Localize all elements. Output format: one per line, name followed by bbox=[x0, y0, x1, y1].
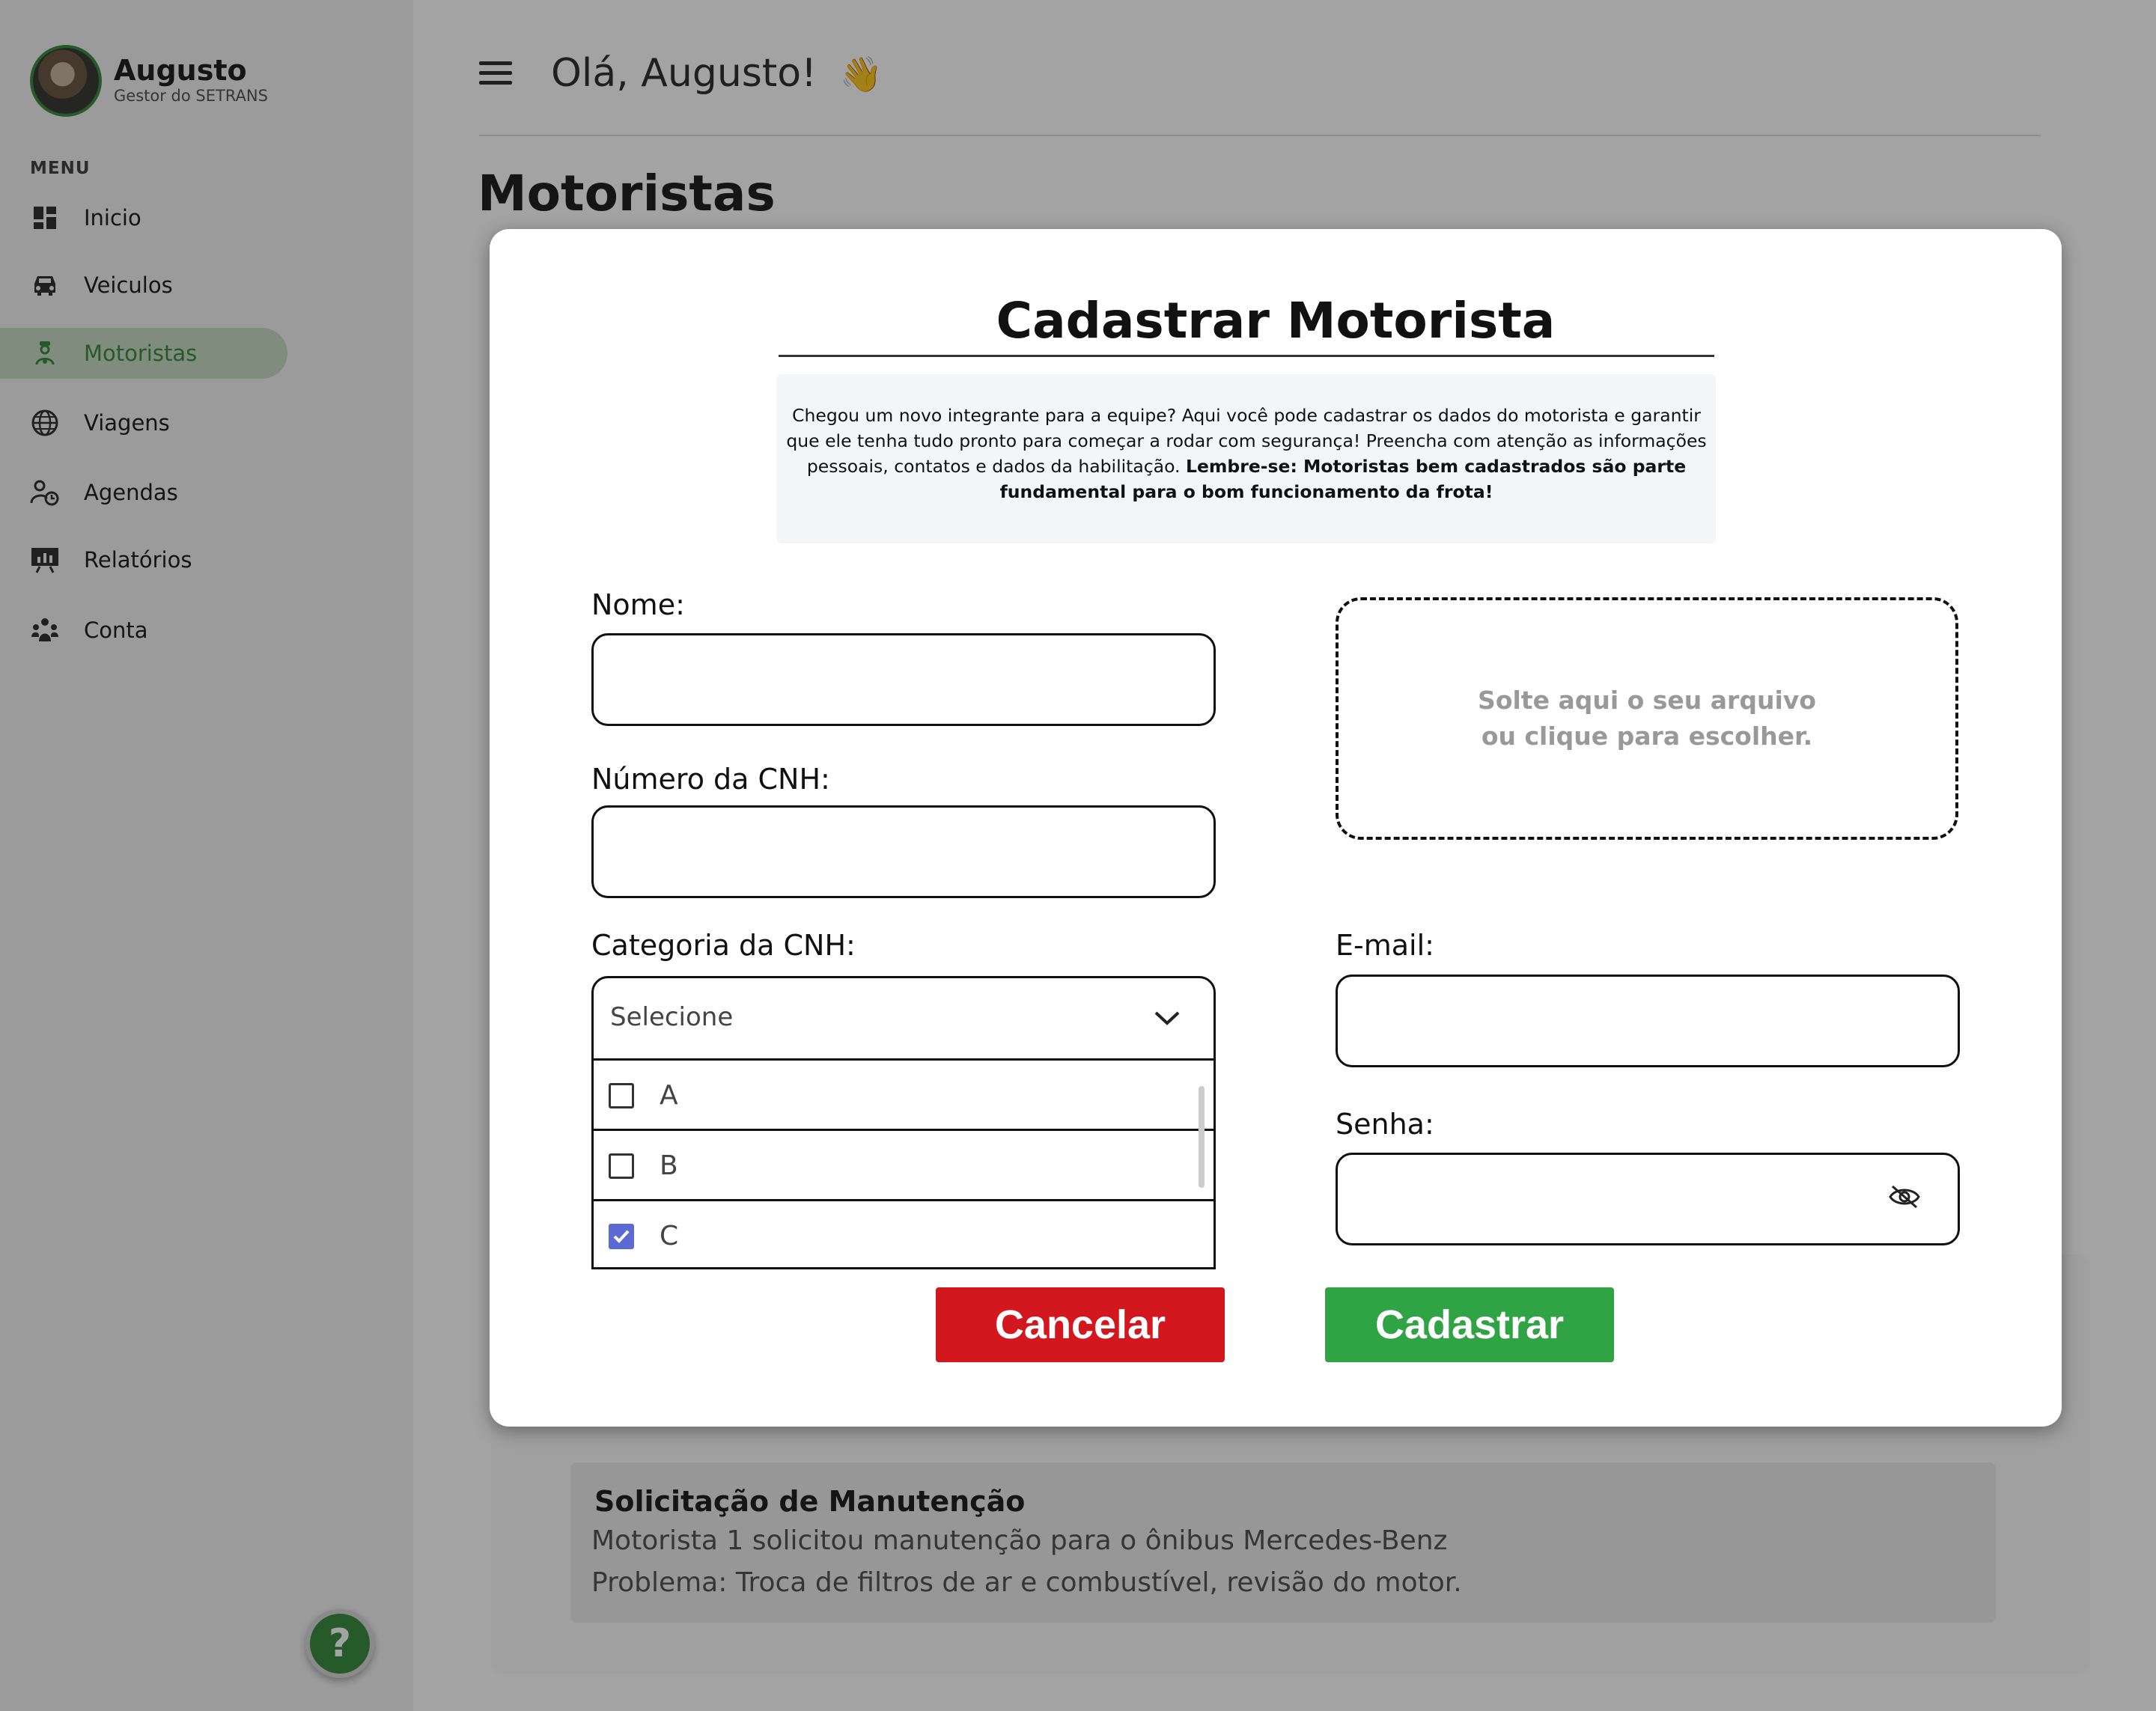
select-header[interactable]: Selecione bbox=[594, 978, 1213, 1061]
checkbox[interactable] bbox=[609, 1153, 634, 1179]
category-option-b[interactable]: B bbox=[594, 1131, 1213, 1201]
email-input[interactable] bbox=[1336, 975, 1960, 1067]
cancel-button[interactable]: Cancelar bbox=[936, 1287, 1225, 1362]
password-label: Senha: bbox=[1336, 1108, 1434, 1141]
cnh-number-input[interactable] bbox=[591, 805, 1216, 898]
option-label: C bbox=[660, 1221, 679, 1251]
scrollbar-thumb[interactable] bbox=[1199, 1086, 1205, 1188]
option-label: B bbox=[660, 1150, 678, 1181]
name-input[interactable] bbox=[591, 633, 1216, 726]
intro-box: Chegou um novo integrante para a equipe?… bbox=[777, 374, 1716, 543]
file-dropzone[interactable]: Solte aqui o seu arquivo ou clique para … bbox=[1336, 597, 1958, 840]
register-driver-modal: Cadastrar Motorista Chegou um novo integ… bbox=[490, 229, 2062, 1427]
cnh-number-label: Número da CNH: bbox=[591, 763, 830, 796]
checkbox-checked[interactable] bbox=[609, 1224, 634, 1249]
option-label: A bbox=[660, 1080, 678, 1111]
checkmark-icon bbox=[613, 1230, 630, 1243]
submit-button[interactable]: Cadastrar bbox=[1325, 1287, 1614, 1362]
name-label: Nome: bbox=[591, 588, 685, 621]
dropzone-text: Solte aqui o seu arquivo ou clique para … bbox=[1478, 686, 1816, 751]
password-input[interactable] bbox=[1336, 1153, 1960, 1245]
category-option-a[interactable]: A bbox=[594, 1061, 1213, 1131]
select-value: Selecione bbox=[610, 1002, 734, 1032]
email-label: E-mail: bbox=[1336, 929, 1434, 962]
eye-off-icon[interactable] bbox=[1888, 1183, 1921, 1210]
cnh-category-select[interactable]: Selecione A B C bbox=[591, 976, 1216, 1269]
checkbox[interactable] bbox=[609, 1083, 634, 1108]
title-divider bbox=[779, 355, 1714, 357]
modal-title: Cadastrar Motorista bbox=[996, 292, 1556, 350]
cnh-category-label: Categoria da CNH: bbox=[591, 929, 856, 962]
chevron-down-icon bbox=[1154, 1011, 1180, 1025]
category-option-c[interactable]: C bbox=[594, 1201, 1213, 1267]
